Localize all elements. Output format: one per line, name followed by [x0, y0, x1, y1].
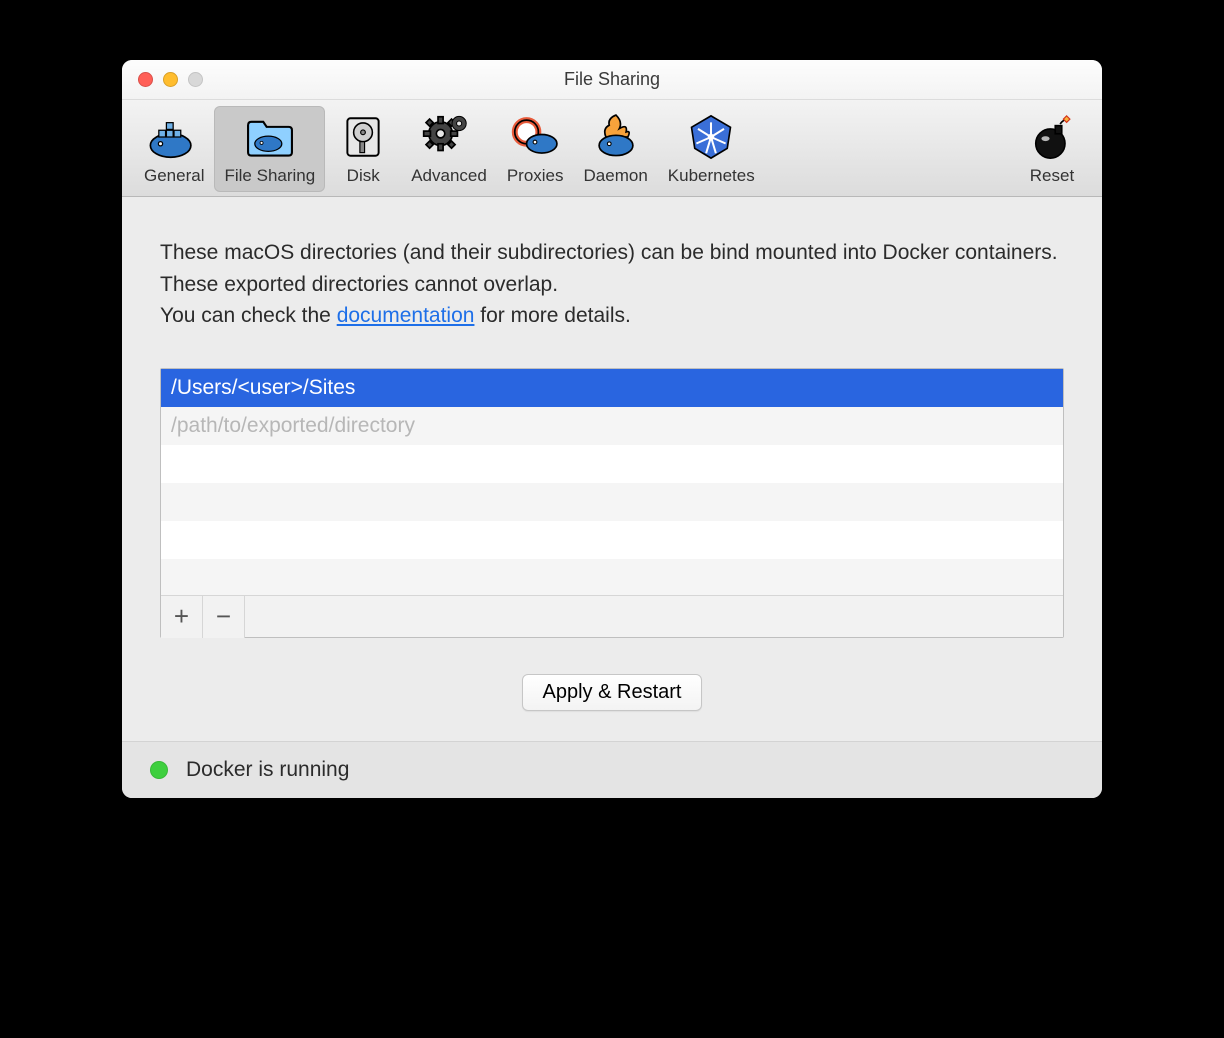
content-area: These macOS directories (and their subdi… [122, 197, 1102, 741]
tab-label: General [144, 166, 204, 186]
tab-proxies[interactable]: Proxies [497, 106, 574, 192]
kubernetes-icon [684, 110, 738, 164]
directory-row-placeholder[interactable]: /path/to/exported/directory [161, 407, 1063, 445]
tab-label: Reset [1030, 166, 1074, 186]
window-title: File Sharing [122, 69, 1102, 90]
tab-label: Advanced [411, 166, 487, 186]
status-text: Docker is running [186, 758, 349, 782]
directory-row-empty[interactable] [161, 559, 1063, 597]
whale-flame-icon [589, 110, 643, 164]
tab-kubernetes[interactable]: Kubernetes [658, 106, 765, 192]
directory-list: /Users/<user>/Sites /path/to/exported/di… [160, 368, 1064, 638]
disk-icon [336, 110, 390, 164]
list-footer: + − [161, 595, 1063, 637]
status-bar: Docker is running [122, 741, 1102, 798]
whale-lifesaver-icon [508, 110, 562, 164]
folder-whale-icon [243, 110, 297, 164]
tab-label: File Sharing [224, 166, 315, 186]
titlebar: File Sharing [122, 60, 1102, 100]
tab-general[interactable]: General [134, 106, 214, 192]
status-indicator-icon [150, 761, 168, 779]
whale-icon [147, 110, 201, 164]
directory-row-empty[interactable] [161, 483, 1063, 521]
tab-daemon[interactable]: Daemon [574, 106, 658, 192]
documentation-link[interactable]: documentation [337, 304, 475, 327]
remove-button[interactable]: − [203, 596, 245, 638]
apply-restart-button[interactable]: Apply & Restart [522, 674, 703, 711]
tab-label: Proxies [507, 166, 564, 186]
add-button[interactable]: + [161, 596, 203, 638]
toolbar: General File Sharing Disk [122, 100, 1102, 197]
tab-label: Disk [347, 166, 380, 186]
tab-label: Kubernetes [668, 166, 755, 186]
tab-file-sharing[interactable]: File Sharing [214, 106, 325, 192]
gears-icon [422, 110, 476, 164]
directory-row-empty[interactable] [161, 445, 1063, 483]
tab-disk[interactable]: Disk [325, 106, 401, 192]
bomb-icon [1025, 110, 1079, 164]
preferences-window: File Sharing General [122, 60, 1102, 798]
tab-advanced[interactable]: Advanced [401, 106, 497, 192]
description-text: These macOS directories (and their subdi… [160, 237, 1064, 332]
directory-row-selected[interactable]: /Users/<user>/Sites [161, 369, 1063, 407]
tab-reset[interactable]: Reset [1014, 106, 1090, 192]
tab-label: Daemon [584, 166, 648, 186]
directory-row-empty[interactable] [161, 521, 1063, 559]
